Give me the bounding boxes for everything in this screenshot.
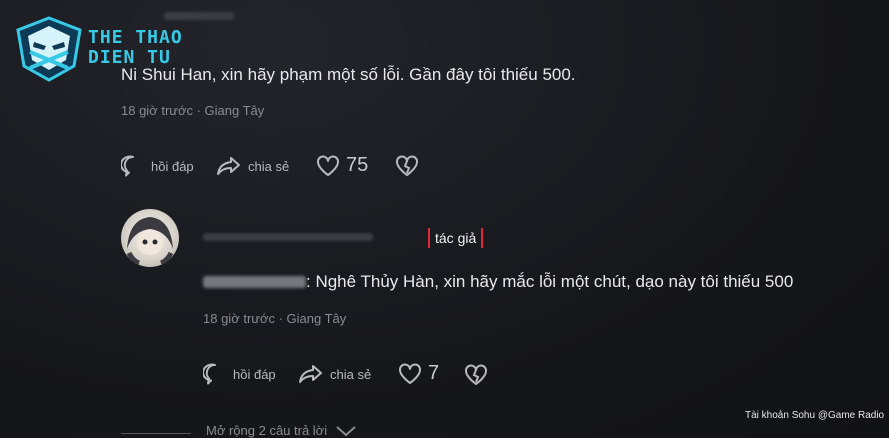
chevron-down-icon — [336, 425, 356, 436]
reply-like-button[interactable]: 7 — [398, 362, 439, 385]
share-icon — [299, 365, 322, 383]
expand-label: Mở rộng 2 câu trả lời — [206, 423, 328, 438]
logo-text: THE THAO DIEN TU — [88, 28, 183, 68]
share-button[interactable]: chia sẻ — [216, 154, 289, 178]
heart-icon — [399, 362, 421, 384]
like-button[interactable]: 75 — [316, 154, 368, 177]
logo-line-1: THE THAO — [88, 27, 183, 48]
share-label: chia sẻ — [248, 158, 290, 174]
dislike-icon — [465, 364, 487, 385]
reply-icon — [121, 155, 134, 177]
heart-icon — [317, 154, 339, 176]
reply-label: hồi đáp — [151, 158, 194, 174]
reply-text: : Nghê Thủy Hàn, xin hãy mắc lỗi một chú… — [306, 272, 794, 291]
dislike-icon — [396, 155, 418, 176]
comment-username-blurred — [164, 12, 234, 20]
reply-button[interactable]: hồi đáp — [121, 154, 194, 178]
author-badge: tác giả — [428, 228, 484, 248]
share-icon — [217, 157, 240, 175]
like-count: 7 — [428, 362, 440, 384]
source-credit: Tài khoản Sohu @Game Radio — [745, 410, 885, 421]
share-label: chia sẻ — [330, 366, 372, 382]
reply-icon — [203, 363, 216, 385]
dislike-button[interactable] — [395, 155, 419, 177]
divider — [121, 433, 191, 434]
reply-label: hồi đáp — [233, 366, 276, 382]
gamer-mask-icon — [16, 16, 82, 82]
reply-meta: 18 giờ trước · Giang Tây — [203, 311, 347, 326]
avatar[interactable] — [121, 209, 179, 267]
reply-dislike-button[interactable] — [464, 364, 488, 386]
like-count: 75 — [346, 154, 369, 176]
reply-username-blurred — [203, 233, 373, 241]
comment-text: Ni Shui Han, xin hãy phạm một số lỗi. Gầ… — [121, 65, 576, 84]
reply-mention-blurred — [203, 276, 306, 288]
reply-reply-button[interactable]: hồi đáp — [203, 362, 276, 386]
reply-share-button[interactable]: chia sẻ — [298, 362, 371, 386]
expand-replies-button[interactable]: Mở rộng 2 câu trả lời — [206, 423, 357, 438]
comment-meta: 18 giờ trước · Giang Tây — [121, 103, 265, 118]
